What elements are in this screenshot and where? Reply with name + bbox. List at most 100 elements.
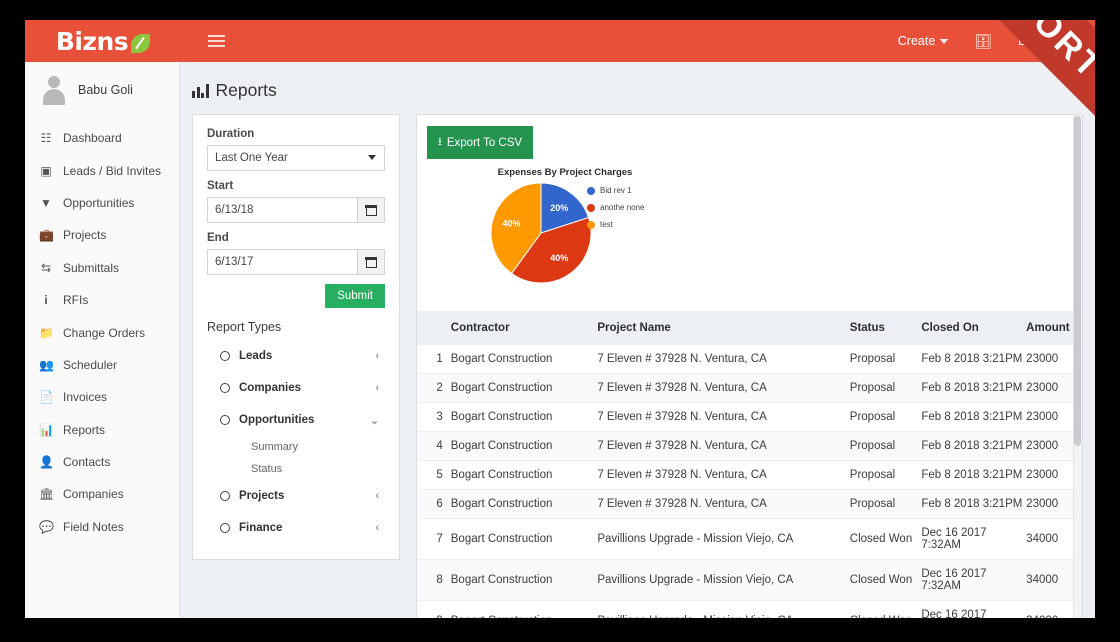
cell-closed-on: Feb 8 2018 3:21PM xyxy=(921,373,1027,403)
scrollbar-thumb[interactable] xyxy=(1074,116,1081,446)
sidebar-item-label: Scheduler xyxy=(63,357,118,372)
table-row[interactable]: 4 Bogart Construction 7 Eleven # 37928 N. … xyxy=(417,431,1082,461)
cell-index: 2 xyxy=(417,373,451,403)
vertical-scrollbar[interactable] xyxy=(1073,115,1082,618)
table-row[interactable]: 3 Bogart Construction 7 Eleven # 37928 N. … xyxy=(417,402,1082,432)
cell-contractor: Bogart Construction xyxy=(450,431,598,461)
sidebar-item-submittals[interactable]: ⇆ Submittals xyxy=(25,252,179,284)
panels: Duration Last One Year Start 6/13/18 End xyxy=(180,101,1095,618)
user-icon: 👤 xyxy=(39,455,54,470)
sidebar-item-contacts[interactable]: 👤 Contacts xyxy=(25,446,179,478)
report-panel: ⭳ Export To CSV Expenses By Project Char… xyxy=(416,114,1083,618)
topbar-actions: Create 🗄 Babu Goli xyxy=(898,20,1095,62)
calculator-icon[interactable]: 🗄 xyxy=(974,33,992,50)
table-row[interactable]: 7 Bogart Construction Pavillions Upgrade -… xyxy=(417,518,1082,560)
report-subtype-status[interactable]: Status xyxy=(207,458,385,480)
table-row[interactable]: 8 Bogart Construction Pavillions Upgrade -… xyxy=(417,559,1082,601)
sidebar-item-dashboard[interactable]: ☷ Dashboard xyxy=(25,122,179,154)
end-label: End xyxy=(207,232,229,244)
end-calendar-icon[interactable] xyxy=(357,249,385,275)
sidebar-item-opportunities[interactable]: ▼ Opportunities xyxy=(25,187,179,219)
report-type-opportunities[interactable]: Opportunities ⌄ xyxy=(207,404,385,436)
cell-closed-on: Feb 8 2018 3:21PM xyxy=(921,460,1027,490)
sidebar-item-companies[interactable]: 🏛 Companies xyxy=(25,478,179,510)
cell-project: Pavillions Upgrade - Mission Viejo, CA xyxy=(597,559,850,601)
radio-icon xyxy=(220,351,230,361)
pie-slice-label: 40% xyxy=(550,253,568,263)
cell-closed-on: Dec 16 2017 7:32AM xyxy=(921,518,1027,560)
sidebar-item-leads-bid-invites[interactable]: ▣ Leads / Bid Invites xyxy=(25,154,179,186)
bar-chart-icon: 📊 xyxy=(39,422,54,437)
legend-swatch-icon xyxy=(587,186,595,195)
content-area: Reports Duration Last One Year Start 6/1… xyxy=(180,62,1095,618)
sidebar-item-rfis[interactable]: i RFIs xyxy=(25,284,179,316)
column-header-project[interactable]: Project Name xyxy=(597,311,850,345)
cell-project: 7 Eleven # 37928 N. Ventura, CA xyxy=(597,373,850,403)
sidebar-item-projects[interactable]: 💼 Projects xyxy=(25,219,179,251)
bar-chart-icon xyxy=(192,83,209,98)
user-menu[interactable]: Babu Goli xyxy=(1018,34,1073,48)
cell-project: Pavillions Upgrade - Mission Viejo, CA xyxy=(597,518,850,560)
sidebar-item-scheduler[interactable]: 👥 Scheduler xyxy=(25,349,179,381)
chart-title: Expenses By Project Charges xyxy=(497,167,633,178)
hamburger-icon[interactable] xyxy=(208,32,225,50)
dashboard-icon: ☷ xyxy=(40,131,52,146)
cell-project: 7 Eleven # 37928 N. Ventura, CA xyxy=(597,460,850,490)
top-navbar: Bizns Create 🗄 Babu Goli xyxy=(25,20,1095,62)
start-date-value: 6/13/18 xyxy=(215,204,254,216)
duration-label: Duration xyxy=(207,128,255,140)
download-icon: ⭳ xyxy=(438,136,442,148)
duration-select[interactable]: Last One Year xyxy=(207,145,385,171)
submit-row: Submit xyxy=(207,284,385,308)
report-subtype-summary[interactable]: Summary xyxy=(207,436,385,458)
table-row[interactable]: 6 Bogart Construction 7 Eleven # 37928 N. … xyxy=(417,489,1082,519)
report-type-finance[interactable]: Finance ‹ xyxy=(207,512,385,544)
pie-slice-label: 40% xyxy=(503,218,521,228)
cell-index: 9 xyxy=(417,600,451,618)
start-date-input[interactable]: 6/13/18 xyxy=(207,197,357,223)
chevron-left-icon: ‹ xyxy=(375,382,379,394)
report-type-label: Projects xyxy=(239,490,285,502)
report-type-projects[interactable]: Projects ‹ xyxy=(207,480,385,512)
brand-logo[interactable]: Bizns xyxy=(25,20,180,62)
column-header-status[interactable]: Status xyxy=(849,311,922,345)
sidebar-item-label: Opportunities xyxy=(63,195,135,210)
column-header-contractor[interactable]: Contractor xyxy=(450,311,598,345)
sidebar-user[interactable]: Babu Goli xyxy=(25,62,179,118)
sidebar-item-invoices[interactable]: 📄 Invoices xyxy=(25,381,179,413)
cell-closed-on: Feb 8 2018 3:21PM xyxy=(921,489,1027,519)
create-menu[interactable]: Create xyxy=(898,34,949,48)
start-label: Start xyxy=(207,180,234,192)
app-window: Bizns Create 🗄 Babu Goli REPORT Babu Gol… xyxy=(25,20,1095,618)
report-type-companies[interactable]: Companies ‹ xyxy=(207,372,385,404)
cell-index: 1 xyxy=(417,345,451,374)
folder-icon: 📁 xyxy=(39,325,54,340)
table-row[interactable]: 5 Bogart Construction 7 Eleven # 37928 N. … xyxy=(417,460,1082,490)
column-header-index xyxy=(417,311,451,345)
chart-legend: Bid rev 1 anothe none test xyxy=(587,186,645,229)
start-calendar-icon[interactable] xyxy=(357,197,385,223)
cell-index: 8 xyxy=(417,559,451,601)
pie-chart: 20% 40% 40% xyxy=(489,181,593,290)
cell-contractor: Bogart Construction xyxy=(450,489,598,519)
table-row[interactable]: 9Bogart ConstructionPavillions Upgrade -… xyxy=(417,600,1082,618)
cell-project: 7 Eleven # 37928 N. Ventura, CA xyxy=(597,345,850,374)
page-title-label: Reports xyxy=(215,80,277,100)
export-to-csv-button[interactable]: ⭳ Export To CSV xyxy=(427,126,534,159)
table-row[interactable]: 2 Bogart Construction 7 Eleven # 37928 N. … xyxy=(417,373,1082,403)
sidebar-item-field-notes[interactable]: 💬 Field Notes xyxy=(25,511,179,543)
table-row[interactable]: 1 Bogart Construction 7 Eleven # 37928 N. … xyxy=(417,345,1082,374)
submit-button[interactable]: Submit xyxy=(325,284,385,308)
end-date-input[interactable]: 6/13/17 xyxy=(207,249,357,275)
report-type-leads[interactable]: Leads ‹ xyxy=(207,340,385,372)
filter-panel: Duration Last One Year Start 6/13/18 End xyxy=(192,114,400,560)
column-header-closed-on[interactable]: Closed On xyxy=(921,311,1027,345)
cell-status: Closed Won xyxy=(849,518,922,560)
brand-name: Bizns xyxy=(55,26,129,56)
sidebar-item-change-orders[interactable]: 📁 Change Orders xyxy=(25,316,179,348)
legend-item: anothe none xyxy=(587,203,645,212)
comment-icon: 💬 xyxy=(39,519,54,534)
legend-swatch-icon xyxy=(587,220,595,229)
sidebar-item-reports[interactable]: 📊 Reports xyxy=(25,414,179,446)
sidebar: Babu Goli ☷ Dashboard ▣ Leads / Bid Invi… xyxy=(25,62,180,618)
